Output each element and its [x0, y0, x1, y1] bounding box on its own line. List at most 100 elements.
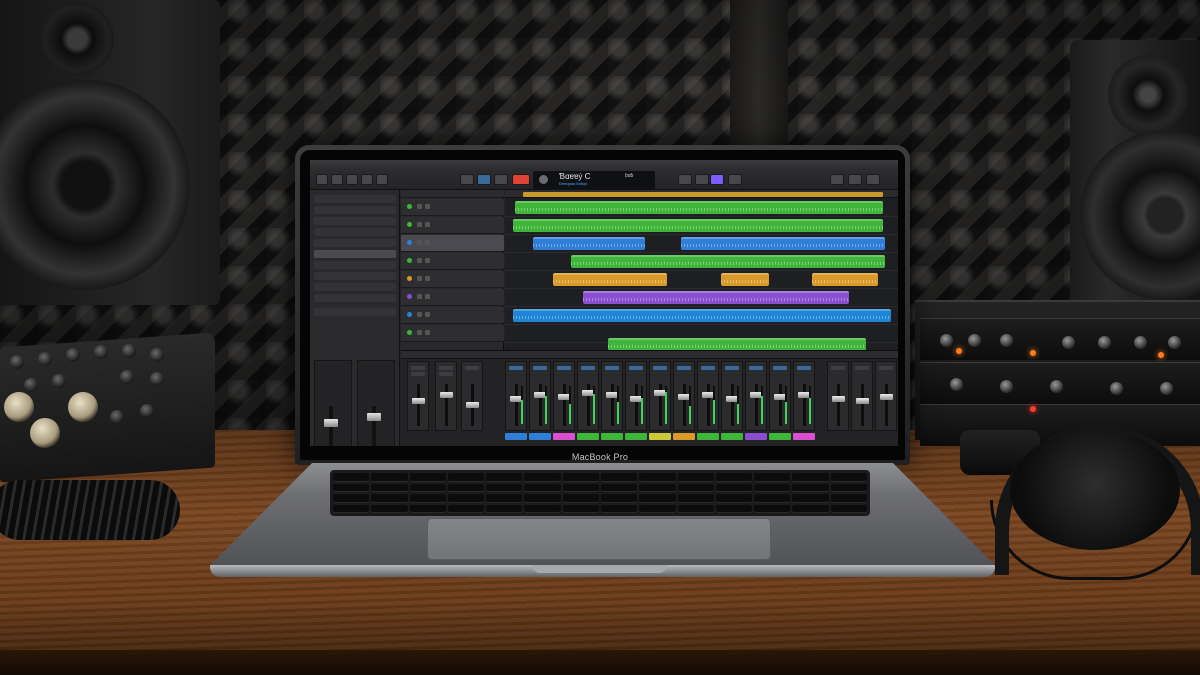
keyboard-key[interactable] — [600, 473, 638, 482]
plugin-slot[interactable] — [701, 366, 715, 370]
stop-button[interactable] — [494, 174, 508, 185]
plugin-slot[interactable] — [797, 366, 811, 370]
keyboard-key[interactable] — [371, 494, 408, 503]
keyboard-key[interactable] — [754, 473, 791, 482]
solo-button[interactable] — [425, 330, 430, 335]
plugin-slot[interactable] — [605, 366, 619, 370]
plugin-slot[interactable] — [773, 366, 787, 370]
solo-button[interactable] — [425, 312, 430, 317]
loops-button[interactable] — [848, 174, 862, 185]
inspector-row-selected[interactable] — [314, 250, 396, 258]
plugin-slot[interactable] — [465, 366, 479, 370]
midi-region[interactable] — [812, 273, 878, 286]
keyboard-key[interactable] — [371, 504, 408, 513]
plugin-slot[interactable] — [533, 366, 547, 370]
keyboard-key[interactable] — [600, 504, 638, 513]
plugin-slot[interactable] — [509, 366, 523, 370]
plugin-slot[interactable] — [581, 366, 595, 370]
count-in-button[interactable] — [710, 174, 724, 185]
keyboard-key[interactable] — [830, 494, 867, 503]
track-header[interactable] — [401, 217, 504, 234]
keyboard-key[interactable] — [409, 473, 446, 482]
mute-button[interactable] — [417, 222, 422, 227]
plugin-slot[interactable] — [411, 366, 425, 370]
audio-region[interactable] — [583, 291, 849, 304]
smart-controls-button[interactable] — [361, 174, 373, 185]
inspector-row[interactable] — [314, 239, 396, 247]
keyboard-key[interactable] — [447, 504, 485, 513]
inspector-row[interactable] — [314, 283, 396, 291]
audio-region[interactable] — [513, 219, 883, 232]
audio-region[interactable] — [515, 201, 883, 214]
volume-fader[interactable] — [856, 398, 869, 404]
record-button[interactable] — [512, 174, 530, 185]
keyboard-key[interactable] — [486, 473, 523, 482]
library-button[interactable] — [316, 174, 328, 185]
volume-fader[interactable] — [412, 398, 425, 404]
mute-button[interactable] — [417, 240, 422, 245]
keyboard-key[interactable] — [754, 483, 791, 492]
play-button[interactable] — [477, 174, 491, 185]
metronome-button[interactable] — [728, 174, 742, 185]
plugin-slot[interactable] — [831, 366, 845, 370]
keyboard-key[interactable] — [677, 483, 714, 492]
audio-region[interactable] — [513, 309, 891, 322]
solo-button[interactable] — [425, 276, 430, 281]
plugin-slot[interactable] — [411, 372, 425, 376]
notes-button[interactable] — [830, 174, 844, 185]
plugin-slot[interactable] — [749, 366, 763, 370]
mixer-button[interactable] — [376, 174, 388, 185]
solo-button[interactable] — [425, 258, 430, 263]
volume-fader[interactable] — [324, 419, 338, 427]
laptop-keyboard[interactable] — [330, 470, 870, 516]
plugin-slot[interactable] — [725, 366, 739, 370]
keyboard-key[interactable] — [333, 494, 370, 503]
channel-name-tag[interactable] — [769, 433, 791, 440]
keyboard-key[interactable] — [715, 494, 753, 503]
channel-name-tag[interactable] — [697, 433, 719, 440]
channel-name-tag[interactable] — [673, 433, 695, 440]
audio-region[interactable] — [533, 237, 645, 250]
keyboard-key[interactable] — [562, 504, 599, 513]
keyboard-key[interactable] — [830, 473, 867, 482]
keyboard-key[interactable] — [409, 483, 446, 492]
keyboard-key[interactable] — [562, 494, 599, 503]
keyboard-key[interactable] — [600, 494, 638, 503]
rewind-button[interactable] — [460, 174, 474, 185]
midi-region[interactable] — [553, 273, 667, 286]
inspector-row[interactable] — [314, 272, 396, 280]
track-header[interactable] — [401, 271, 504, 288]
keyboard-key[interactable] — [715, 483, 753, 492]
volume-fader[interactable] — [466, 402, 479, 408]
channel-name-tag[interactable] — [649, 433, 671, 440]
channel-name-tag[interactable] — [505, 433, 527, 440]
keyboard-key[interactable] — [524, 504, 561, 513]
keyboard-key[interactable] — [830, 483, 867, 492]
keyboard-key[interactable] — [639, 494, 676, 503]
keyboard-key[interactable] — [447, 494, 485, 503]
channel-name-tag[interactable] — [601, 433, 623, 440]
plugin-slot[interactable] — [629, 366, 643, 370]
keyboard-key[interactable] — [409, 494, 446, 503]
laptop-trackpad[interactable] — [427, 518, 771, 560]
keyboard-key[interactable] — [754, 504, 791, 513]
keyboard-key[interactable] — [333, 483, 370, 492]
track-header-selected[interactable] — [401, 235, 504, 252]
keyboard-key[interactable] — [486, 504, 523, 513]
track-header[interactable] — [401, 325, 504, 342]
inspector-row[interactable] — [314, 206, 396, 214]
mute-button[interactable] — [417, 330, 422, 335]
channel-name-tag[interactable] — [625, 433, 647, 440]
keyboard-key[interactable] — [792, 473, 829, 482]
keyboard-key[interactable] — [639, 473, 676, 482]
mute-button[interactable] — [417, 258, 422, 263]
keyboard-key[interactable] — [524, 494, 561, 503]
keyboard-key[interactable] — [792, 494, 829, 503]
keyboard-key[interactable] — [562, 483, 599, 492]
keyboard-key[interactable] — [486, 494, 523, 503]
inspector-row[interactable] — [314, 294, 396, 302]
keyboard-key[interactable] — [524, 483, 561, 492]
mute-button[interactable] — [417, 276, 422, 281]
plugin-slot[interactable] — [557, 366, 571, 370]
plugin-slot[interactable] — [879, 366, 893, 370]
